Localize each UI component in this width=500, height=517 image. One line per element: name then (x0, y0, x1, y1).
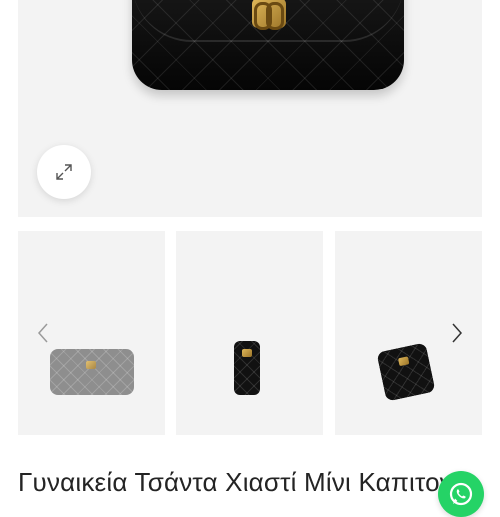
thumbnail-bag-clasp (242, 349, 252, 357)
thumbnail-bag-image (376, 342, 436, 402)
chevron-right-icon (452, 323, 463, 343)
product-title: Γυναικεία Τσάντα Χιαστί Μίνι Καπιτονέ (18, 467, 465, 497)
thumbnail-bag-clasp (86, 361, 96, 369)
thumbnail-bag-image (234, 341, 260, 395)
carousel-next-button[interactable] (444, 318, 470, 348)
carousel-prev-button[interactable] (30, 318, 56, 348)
whatsapp-button[interactable] (438, 471, 484, 517)
thumbnail-bag-clasp (397, 356, 410, 367)
whatsapp-icon (449, 482, 473, 506)
thumbnail-bag-image (50, 349, 134, 395)
expand-icon (56, 164, 72, 180)
chevron-left-icon (37, 323, 48, 343)
expand-image-button[interactable] (37, 145, 91, 199)
thumbnail-2[interactable] (176, 231, 323, 435)
bag-clasp (252, 0, 286, 30)
bag-image (132, 0, 404, 90)
